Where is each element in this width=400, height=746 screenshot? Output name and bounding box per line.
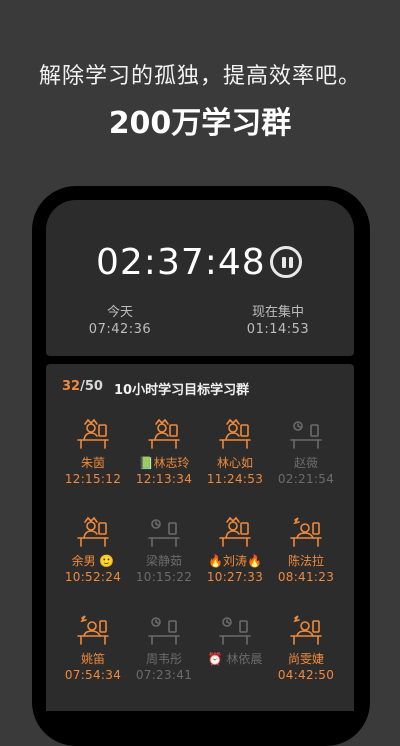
sleeping-person-icon	[53, 612, 133, 646]
pause-button[interactable]	[270, 246, 302, 278]
focus-value: 01:14:53	[246, 322, 310, 337]
member-name: 林心如	[216, 456, 253, 470]
empty-desk-icon	[124, 514, 204, 548]
member-item[interactable]: ⏰ 林依晨	[195, 612, 275, 668]
promo-headline: 解除学习的孤独，提高效率吧。	[38, 64, 361, 89]
study-timer: 02:37:48	[96, 242, 266, 283]
member-study-time: 04:42:50	[277, 668, 335, 682]
sleeping-person-icon	[266, 612, 346, 646]
empty-desk-icon	[195, 612, 275, 646]
studying-person-icon	[195, 514, 275, 548]
member-study-time: 08:41:23	[277, 570, 335, 584]
member-name: 朱茵	[80, 456, 105, 470]
member-study-time: 07:23:41	[135, 668, 193, 682]
current-count: 32	[62, 379, 81, 394]
member-item[interactable]: 陈法拉 08:41:23	[266, 514, 346, 584]
member-study-time: 10:15:22	[135, 570, 193, 584]
promo-subheadline: 200万学习群	[108, 106, 292, 141]
member-item[interactable]: 朱茵 12:15:12	[53, 416, 133, 486]
focus-label: 现在集中	[251, 305, 304, 320]
member-study-time: 12:13:34	[135, 472, 193, 486]
member-item[interactable]: 余男 🙂 10:52:24	[53, 514, 133, 584]
studying-person-icon	[195, 416, 275, 450]
member-name: 梁静茹	[145, 554, 182, 568]
member-study-time: 07:54:34	[64, 668, 122, 682]
member-study-time: 10:52:24	[64, 570, 122, 584]
member-name: 周韦彤	[145, 652, 182, 666]
studying-person-icon	[53, 416, 133, 450]
member-item[interactable]: 林心如 11:24:53	[195, 416, 275, 486]
group-name[interactable]: 10小时学习目标学习群	[114, 379, 249, 398]
member-study-time: 02:21:54	[277, 472, 335, 486]
member-name: 📗林志玲	[138, 456, 190, 470]
member-item[interactable]: 📗林志玲 12:13:34	[124, 416, 204, 486]
sleeping-person-icon	[266, 514, 346, 548]
member-item[interactable]: 🔥刘涛🔥 10:27:33	[195, 514, 275, 584]
member-name: ⏰ 林依晨	[207, 652, 263, 666]
member-name: 赵薇	[293, 456, 318, 470]
member-name: 尚雯婕	[287, 652, 324, 666]
studying-person-icon	[124, 416, 204, 450]
member-name: 余男 🙂	[71, 554, 115, 568]
group-member-count: 32/50	[62, 379, 103, 394]
member-study-time: 10:27:33	[206, 570, 264, 584]
member-name: 陈法拉	[287, 554, 324, 568]
today-value: 07:42:36	[88, 322, 152, 337]
empty-desk-icon	[124, 612, 204, 646]
member-item[interactable]: 赵薇 02:21:54	[266, 416, 346, 486]
member-item[interactable]: 周韦彤 07:23:41	[124, 612, 204, 682]
member-item[interactable]: 尚雯婕 04:42:50	[266, 612, 346, 682]
member-name: 姚笛	[80, 652, 105, 666]
member-item[interactable]: 梁静茹 10:15:22	[124, 514, 204, 584]
today-label: 今天	[106, 305, 133, 320]
member-study-time: 11:24:53	[206, 472, 264, 486]
member-name: 🔥刘涛🔥	[208, 554, 262, 568]
member-study-time: 12:15:12	[64, 472, 122, 486]
total-count: /50	[80, 379, 103, 394]
studying-person-icon	[53, 514, 133, 548]
member-item[interactable]: 姚笛 07:54:34	[53, 612, 133, 682]
empty-desk-icon	[266, 416, 346, 450]
